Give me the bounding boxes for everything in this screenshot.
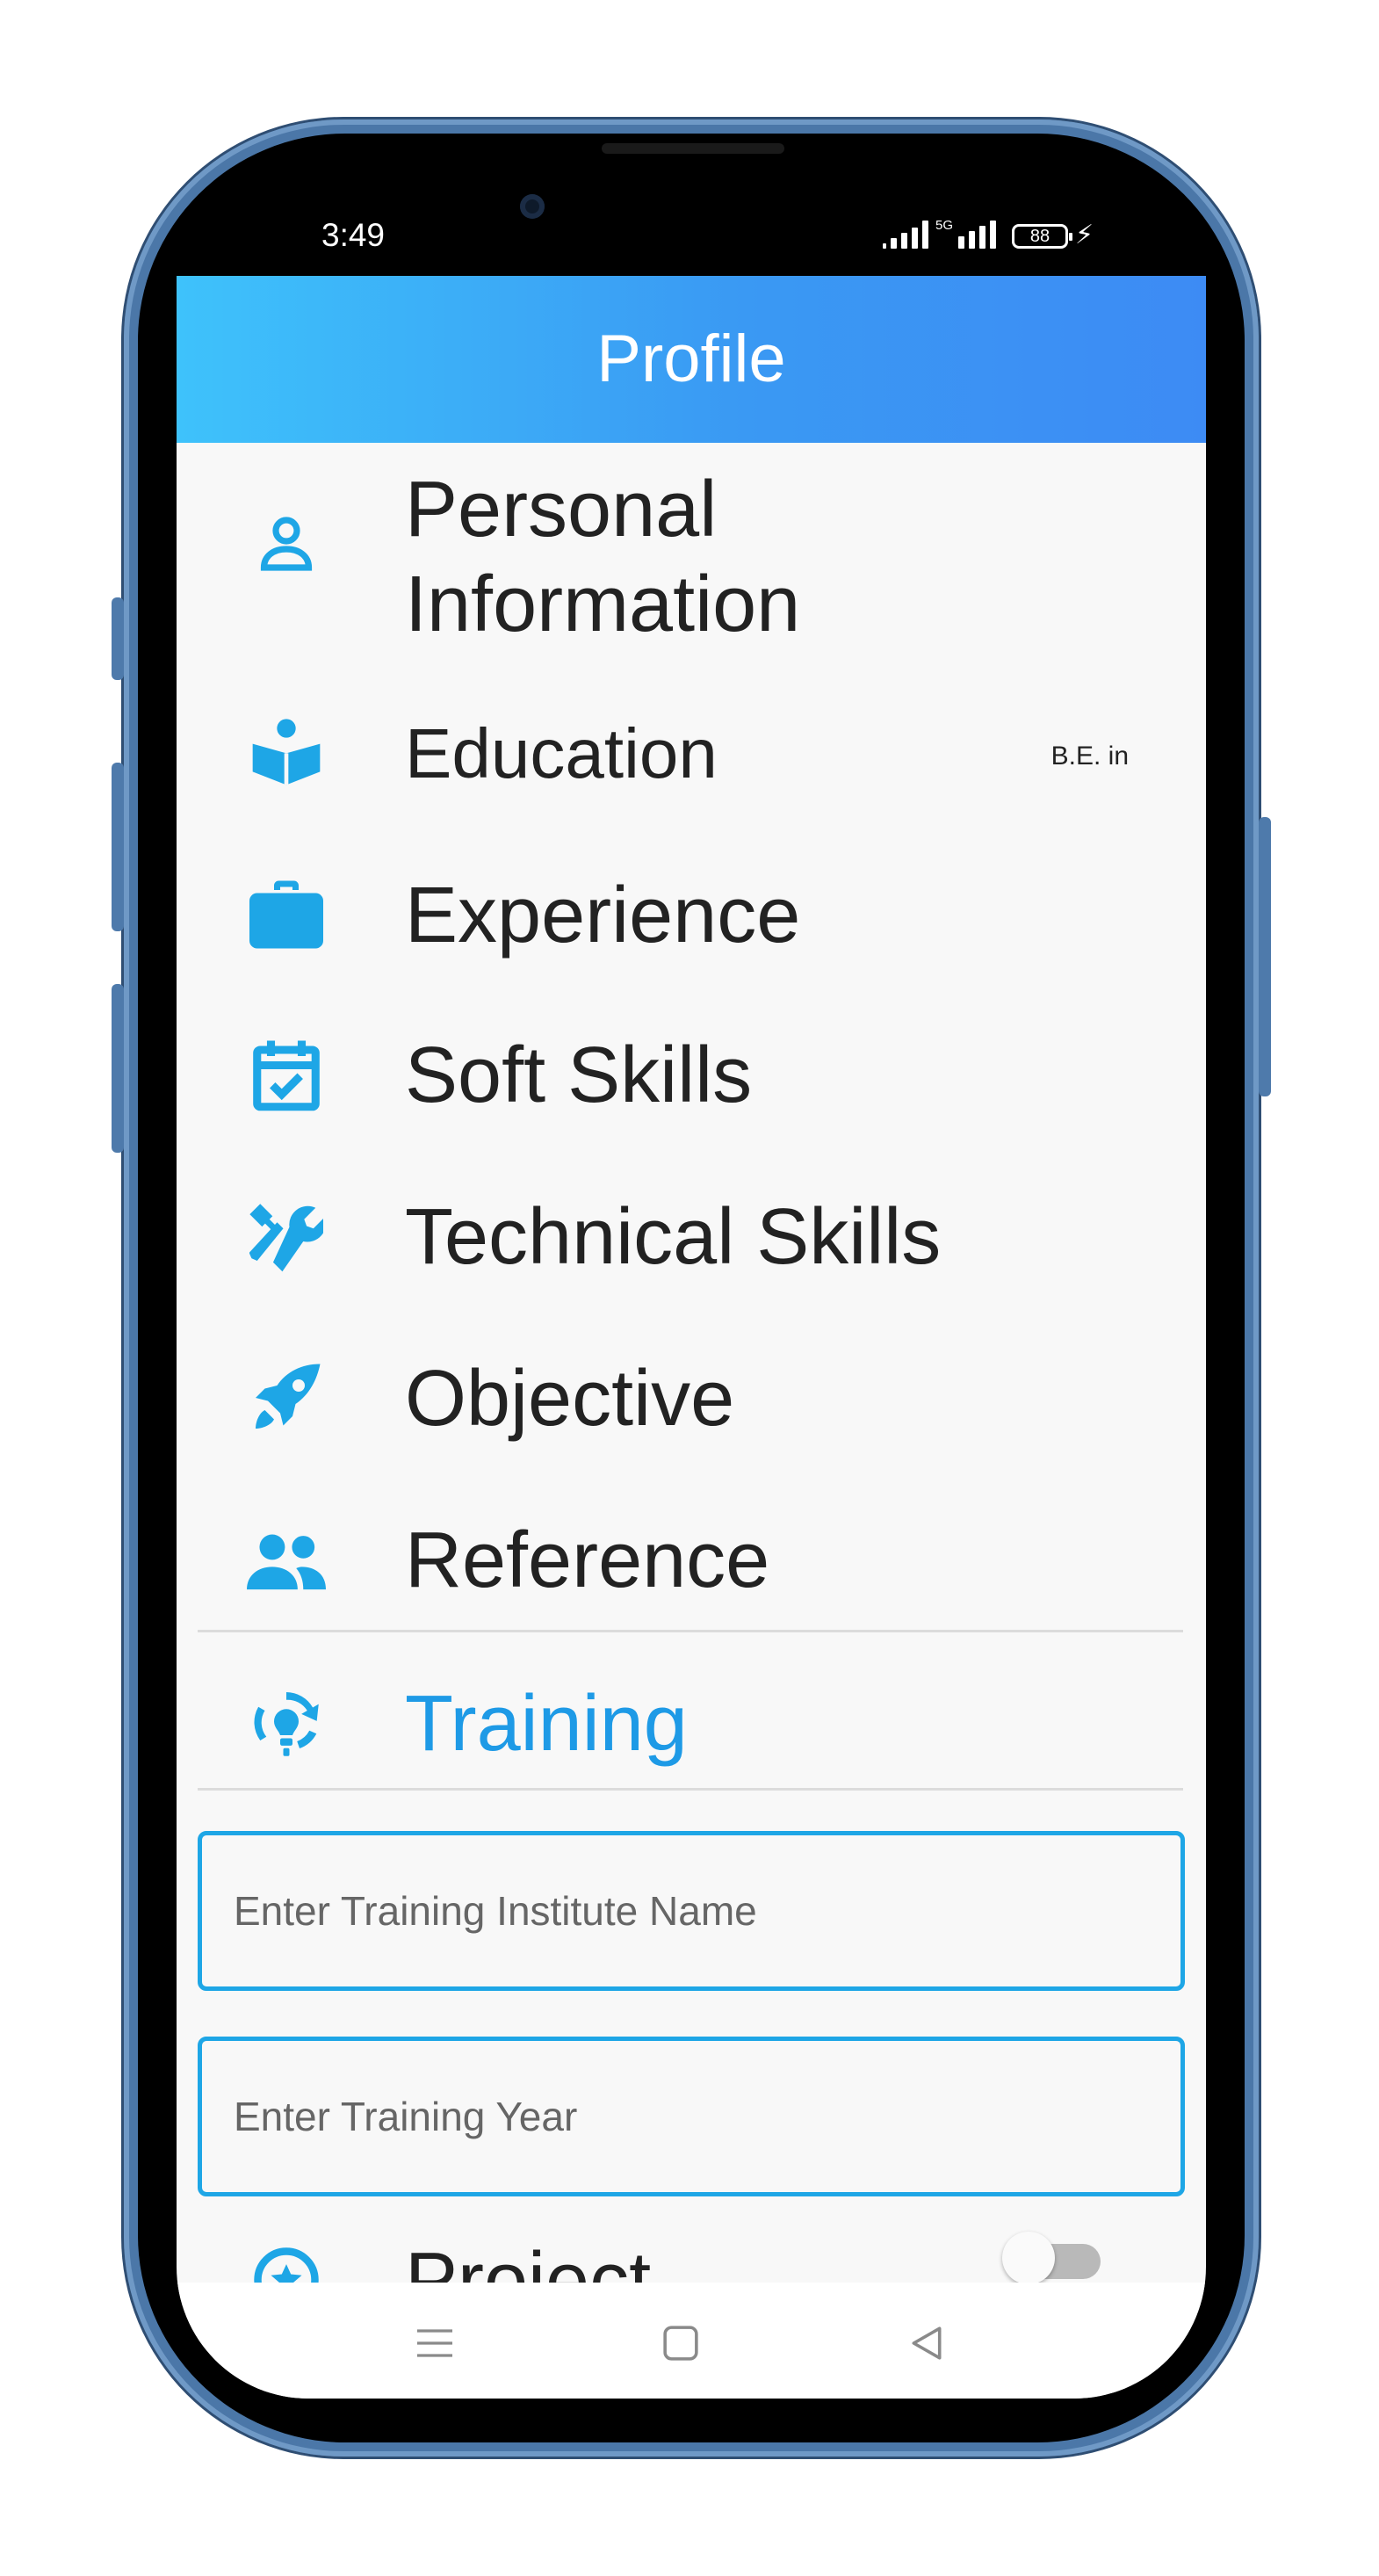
briefcase-icon bbox=[247, 875, 326, 954]
app-screen: Profile Personal Information Education B… bbox=[177, 276, 1206, 2399]
section-objective[interactable]: Objective bbox=[177, 1342, 1206, 1457]
side-button-power bbox=[1259, 817, 1271, 1096]
divider bbox=[198, 1788, 1183, 1791]
training-year-field[interactable] bbox=[198, 2037, 1185, 2196]
section-experience[interactable]: Experience bbox=[177, 859, 1206, 973]
people-icon bbox=[247, 1522, 326, 1601]
side-button-volume-up bbox=[112, 763, 124, 931]
training-institute-field[interactable] bbox=[198, 1831, 1185, 1991]
training-year-input[interactable] bbox=[202, 2041, 1180, 2192]
menu-icon[interactable] bbox=[400, 2312, 470, 2374]
app-bar: Profile bbox=[177, 276, 1206, 443]
battery-level: 88 bbox=[1029, 226, 1050, 246]
toggle-knob bbox=[1002, 2232, 1055, 2284]
section-label-line-1: Personal bbox=[405, 466, 718, 554]
section-label: Experience bbox=[405, 872, 801, 959]
section-personal-information[interactable]: Personal Information bbox=[177, 452, 1206, 662]
section-training[interactable]: Training bbox=[177, 1668, 1206, 1782]
battery-icon: 88 bbox=[1012, 224, 1073, 249]
calendar-check-icon bbox=[247, 1035, 326, 1114]
training-icon bbox=[247, 1683, 326, 1762]
section-label: Technical Skills bbox=[405, 1193, 942, 1281]
side-button-volume-down bbox=[112, 984, 124, 1153]
tools-icon bbox=[247, 1197, 326, 1276]
section-label: Education bbox=[405, 714, 718, 792]
side-button-silent bbox=[112, 597, 124, 680]
status-time: 3:49 bbox=[321, 217, 386, 253]
education-summary: B.E. in bbox=[1050, 742, 1129, 771]
signal-5g-icon bbox=[958, 219, 997, 249]
network-type: 5G bbox=[935, 218, 954, 233]
back-triangle-icon[interactable] bbox=[892, 2312, 962, 2374]
person-icon bbox=[247, 504, 326, 583]
status-icons: 5G 88 ⚡ bbox=[883, 218, 1122, 250]
home-square-icon[interactable] bbox=[646, 2312, 716, 2374]
section-label: Soft Skills bbox=[405, 1031, 753, 1119]
section-technical-skills[interactable]: Technical Skills bbox=[177, 1181, 1206, 1295]
section-education[interactable]: Education B.E. in bbox=[177, 698, 1206, 812]
charging-icon: ⚡ bbox=[1075, 221, 1094, 250]
book-reader-icon bbox=[247, 712, 326, 791]
section-label-line-2: Information bbox=[405, 561, 801, 648]
section-label: Reference bbox=[405, 1516, 770, 1604]
training-institute-input[interactable] bbox=[202, 1835, 1180, 1986]
section-label: Objective bbox=[405, 1355, 735, 1443]
section-label: Training bbox=[405, 1680, 688, 1768]
page-title: Profile bbox=[596, 321, 786, 396]
project-toggle[interactable] bbox=[1002, 2232, 1101, 2284]
front-camera bbox=[520, 194, 545, 219]
rocket-icon bbox=[247, 1358, 326, 1437]
system-nav-bar bbox=[177, 2283, 1206, 2399]
divider bbox=[198, 1630, 1183, 1632]
signal-icon bbox=[883, 219, 928, 249]
section-reference[interactable]: Reference bbox=[177, 1504, 1206, 1618]
section-soft-skills[interactable]: Soft Skills bbox=[177, 1019, 1206, 1133]
section-label: Personal Information bbox=[405, 462, 800, 652]
speaker-grille bbox=[602, 143, 784, 154]
